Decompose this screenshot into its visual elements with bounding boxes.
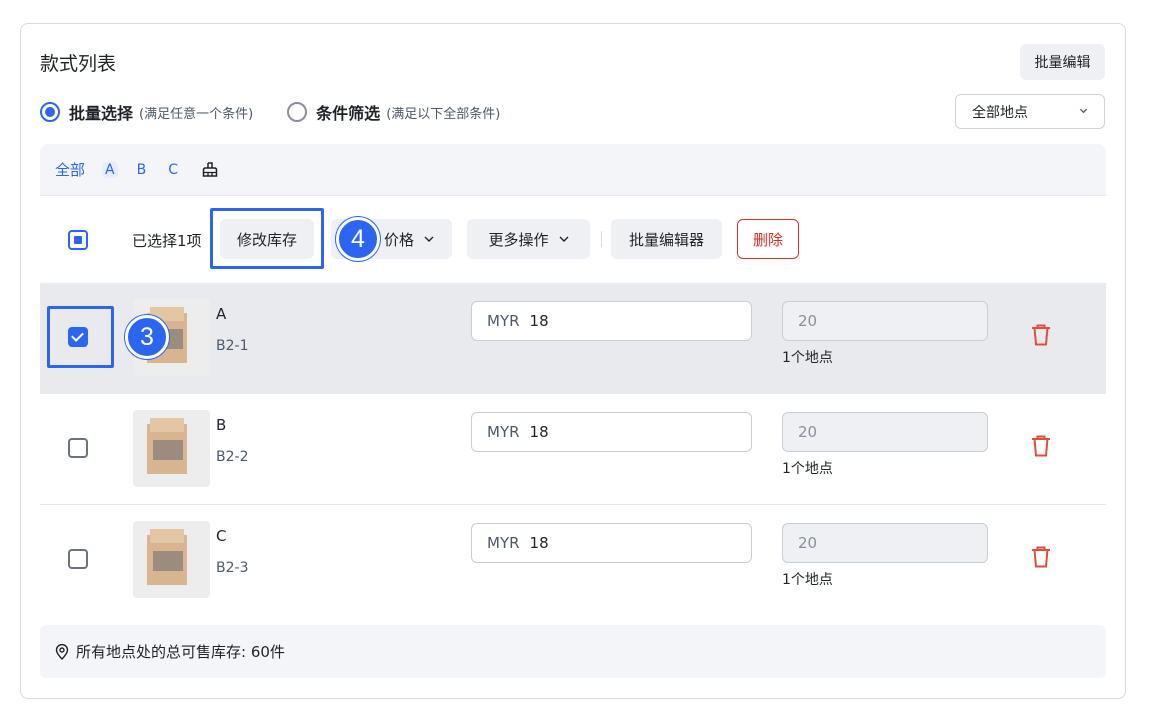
broom-icon[interactable] (200, 160, 220, 180)
price-input[interactable]: MYR 18 (471, 523, 752, 563)
inventory-summary: 所有地点处的总可售库存: 60件 (40, 625, 1106, 678)
filter-bar: 全部 A B C (40, 144, 1106, 196)
filter-b[interactable]: B (137, 162, 147, 178)
location-count[interactable]: 1个地点 (782, 569, 833, 589)
total-stock-text: 所有地点处的总可售库存: 60件 (76, 643, 285, 661)
currency-label: MYR (487, 423, 520, 441)
price-input[interactable]: MYR 18 (471, 412, 752, 452)
batch-edit-button[interactable]: 批量编辑 (1020, 44, 1105, 80)
variant-name: B (216, 416, 227, 434)
table-row: A B2-1 MYR 18 20 1个地点 (40, 283, 1106, 394)
filter-c[interactable]: C (168, 162, 178, 178)
trash-icon[interactable] (1030, 434, 1052, 458)
variant-sku: B2-2 (216, 449, 249, 465)
stock-input: 20 (782, 301, 988, 341)
price-value: 18 (529, 423, 549, 441)
currency-label: MYR (487, 312, 520, 330)
price-value: 18 (529, 534, 549, 552)
row-checkbox[interactable] (68, 438, 88, 458)
location-select-value: 全部地点 (972, 104, 1028, 121)
batch-select-hint: (满足任意一个条件) (139, 106, 254, 122)
delete-label: 删除 (752, 230, 783, 249)
select-all-checkbox[interactable] (68, 230, 88, 250)
trash-icon[interactable] (1030, 545, 1052, 569)
filter-a[interactable]: A (102, 161, 118, 178)
batch-select-radio[interactable]: 批量选择 (满足任意一个条件) (40, 100, 253, 124)
stock-input: 20 (782, 412, 988, 452)
more-actions-label: 更多操作 (488, 230, 549, 249)
delete-button[interactable]: 删除 (737, 219, 799, 259)
selected-count: 已选择1项 (132, 232, 202, 250)
highlight-modify-stock (210, 208, 324, 269)
location-count[interactable]: 1个地点 (782, 347, 833, 367)
bulk-editor-button[interactable]: 批量编辑器 (611, 219, 722, 259)
table-row: C B2-3 MYR 18 20 1个地点 (40, 505, 1106, 615)
condition-filter-label: 条件筛选 (316, 104, 381, 123)
condition-filter-hint: (满足以下全部条件) (386, 106, 501, 122)
chevron-down-icon (559, 236, 568, 242)
radio-unchecked-icon[interactable] (287, 102, 308, 122)
filter-all[interactable]: 全部 (55, 159, 85, 180)
location-select[interactable]: 全部地点 (955, 94, 1105, 129)
location-count[interactable]: 1个地点 (782, 458, 833, 478)
divider (601, 231, 602, 247)
price-input[interactable]: MYR 18 (471, 301, 752, 341)
variant-sku: B2-1 (216, 338, 249, 354)
stock-value: 20 (798, 312, 818, 330)
chevron-down-icon (424, 236, 434, 242)
selection-mode-group: 批量选择 (满足任意一个条件) 条件筛选 (满足以下全部条件) (40, 99, 534, 125)
chevron-down-icon (1079, 108, 1088, 114)
highlight-row-checkbox (47, 306, 114, 368)
price-label: 价格 (383, 230, 414, 249)
variant-sku: B2-3 (216, 560, 249, 576)
batch-select-label: 批量选择 (69, 104, 134, 123)
variant-table: 全部 A B C 已选择1项 修改库存 价格 更多操作 批量编辑器 删除 A B… (40, 144, 1106, 615)
stock-value: 20 (798, 534, 818, 552)
radio-checked-icon[interactable] (40, 102, 60, 122)
step-number: 3 (140, 322, 154, 351)
location-pin-icon (55, 643, 69, 660)
price-value: 18 (529, 312, 549, 330)
trash-icon[interactable] (1030, 323, 1052, 347)
stock-value: 20 (798, 423, 818, 441)
bulk-editor-label: 批量编辑器 (628, 230, 704, 249)
condition-filter-radio[interactable]: 条件筛选 (满足以下全部条件) (287, 100, 500, 124)
product-thumbnail (133, 410, 210, 487)
page-title: 款式列表 (40, 53, 117, 75)
currency-label: MYR (487, 534, 520, 552)
step-number: 4 (351, 224, 365, 253)
stock-input: 20 (782, 523, 988, 563)
table-row: B B2-2 MYR 18 20 1个地点 (40, 394, 1106, 505)
step-badge-3: 3 (125, 315, 169, 359)
row-checkbox[interactable] (68, 549, 88, 569)
variant-name: A (216, 305, 227, 323)
product-thumbnail (133, 521, 210, 598)
variant-name: C (216, 527, 227, 545)
step-badge-4: 4 (336, 217, 380, 261)
more-actions-button[interactable]: 更多操作 (467, 219, 590, 259)
bulk-action-bar: 已选择1项 修改库存 价格 更多操作 批量编辑器 删除 (40, 197, 1106, 283)
